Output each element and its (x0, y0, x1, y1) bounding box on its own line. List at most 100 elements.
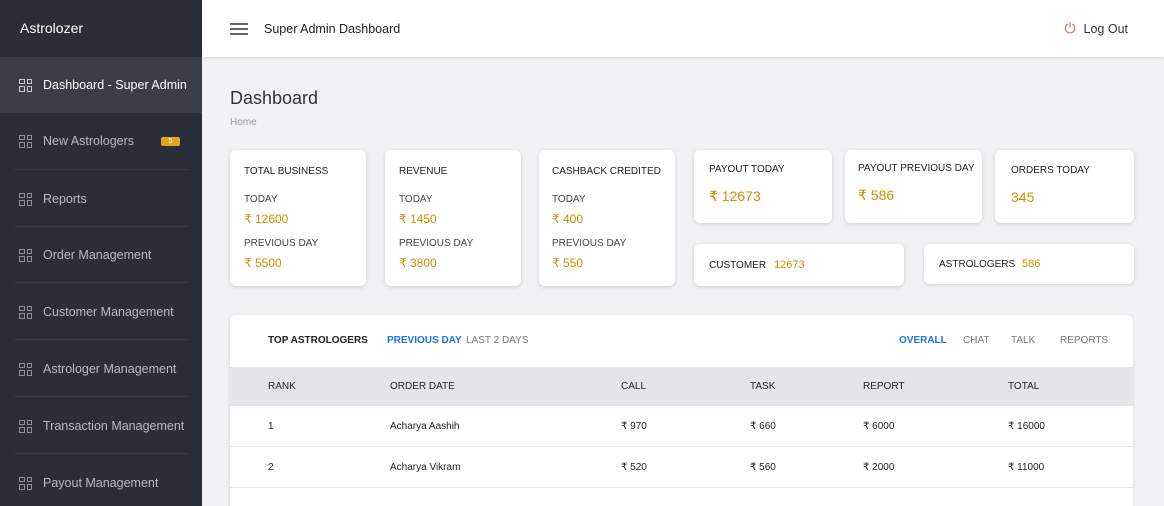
top-astrologers-panel: TOP ASTROLOGERS PREVIOUS DAY LAST 2 DAYS… (230, 315, 1133, 506)
astrologers-count: 586 (1022, 258, 1041, 270)
tab-talk[interactable]: TALK (1011, 335, 1035, 346)
reports-grid-icon (19, 192, 32, 206)
previous-day-value: ₹ 5500 (244, 256, 282, 270)
tab-last-2-days[interactable]: LAST 2 DAYS (466, 335, 528, 346)
dashboard-grid-icon (19, 78, 32, 92)
cashback-credited-card: CASHBACK CREDITED TODAY ₹ 400 PREVIOUS D… (539, 150, 675, 286)
sidebar-item-label: New Astrologers (43, 134, 135, 148)
top-header: Super Admin Dashboard ⏻ Log Out (202, 0, 1164, 57)
call-cell: ₹ 970 (621, 421, 647, 432)
card-title: PAYOUT PREVIOUS DAY (858, 163, 975, 174)
today-label: TODAY (552, 194, 586, 205)
card-title: PAYOUT TODAY (709, 164, 785, 175)
card-title: REVENUE (399, 166, 448, 177)
today-value: ₹ 1450 (399, 212, 437, 226)
sidebar-divider (14, 339, 188, 340)
column-header-order-date: ORDER DATE (390, 381, 455, 392)
today-value: ₹ 12600 (244, 212, 289, 226)
previous-day-label: PREVIOUS DAY (399, 238, 474, 249)
report-cell: ₹ 2000 (863, 462, 895, 473)
tab-overall[interactable]: OVERALL (899, 335, 947, 346)
card-title: CUSTOMER (709, 260, 767, 271)
sidebar-item-new-astrologers[interactable]: New Astrologers 5 (0, 113, 202, 169)
sidebar-item-customer-management[interactable]: Customer Management (0, 284, 202, 340)
payout-previous-day-card: PAYOUT PREVIOUS DAY ₹ 586 (845, 150, 982, 223)
menu-toggle-icon[interactable] (230, 22, 248, 35)
new-astrologers-grid-icon (19, 134, 32, 148)
sidebar-item-label: Order Management (43, 248, 152, 262)
sidebar-divider (14, 453, 188, 454)
task-cell: ₹ 660 (750, 421, 776, 432)
transaction-management-grid-icon (19, 419, 32, 433)
rank-cell: 2 (268, 462, 274, 473)
name-cell: Acharya Vikram (390, 462, 461, 473)
table-header: RANK ORDER DATE CALL TASK REPORT TOTAL (230, 367, 1133, 406)
sidebar-divider (14, 396, 188, 397)
sidebar-item-label: Transaction Management (43, 419, 185, 433)
table-row[interactable]: 1 Acharya Aashih ₹ 970 ₹ 660 ₹ 6000 ₹ 16… (230, 406, 1133, 447)
sidebar-item-label: Payout Management (43, 476, 159, 490)
payout-previous-day-value: ₹ 586 (858, 187, 895, 203)
sidebar-item-payout-management[interactable]: Payout Management (0, 455, 202, 506)
header-title: Super Admin Dashboard (264, 21, 401, 36)
previous-day-value: ₹ 3800 (399, 256, 437, 270)
sidebar-item-reports[interactable]: Reports (0, 171, 202, 227)
card-title: ASTROLOGERS (939, 259, 1016, 270)
sidebar-item-transaction-management[interactable]: Transaction Management (0, 398, 202, 454)
previous-day-value: ₹ 550 (552, 256, 583, 270)
previous-day-label: PREVIOUS DAY (552, 238, 627, 249)
column-header-report: REPORT (863, 381, 905, 392)
page-title: Dashboard (230, 88, 319, 108)
tab-chat[interactable]: CHAT (963, 335, 989, 346)
sidebar-item-dashboard[interactable]: Dashboard - Super Admin (0, 57, 202, 113)
sidebar-divider (14, 282, 188, 283)
logout-label: Log Out (1083, 21, 1128, 36)
astrologers-card: ASTROLOGERS 586 (924, 244, 1134, 284)
sidebar-item-label: Dashboard - Super Admin (43, 78, 187, 92)
column-header-task: TASK (750, 381, 776, 392)
card-title: CASHBACK CREDITED (552, 166, 661, 177)
breadcrumb[interactable]: Home (230, 117, 257, 128)
payout-today-value: ₹ 12673 (709, 188, 761, 204)
today-label: TODAY (399, 194, 433, 205)
payout-management-grid-icon (19, 476, 32, 490)
report-cell: ₹ 6000 (863, 421, 895, 432)
payout-today-card: PAYOUT TODAY ₹ 12673 (694, 150, 832, 223)
customer-management-grid-icon (19, 305, 32, 319)
brand-logo: Astrolozer (20, 20, 84, 36)
column-header-rank: RANK (268, 381, 296, 392)
sidebar-item-label: Customer Management (43, 305, 174, 319)
task-cell: ₹ 560 (750, 462, 776, 473)
previous-day-label: PREVIOUS DAY (244, 238, 319, 249)
sidebar-divider (14, 169, 188, 170)
customer-card: CUSTOMER 12673 (694, 244, 904, 286)
tab-previous-day[interactable]: PREVIOUS DAY (387, 335, 462, 346)
sidebar-item-label: Astrologer Management (43, 362, 177, 376)
card-title: ORDERS TODAY (1011, 165, 1090, 176)
column-header-total: TOTAL (1008, 381, 1040, 392)
orders-today-card: ORDERS TODAY 345 (995, 150, 1134, 223)
total-cell: ₹ 16000 (1008, 421, 1045, 432)
total-business-card: TOTAL BUSINESS TODAY ₹ 12600 PREVIOUS DA… (230, 150, 366, 286)
rank-cell: 1 (268, 421, 274, 432)
tab-reports[interactable]: REPORTS (1060, 335, 1108, 346)
name-cell: Acharya Aashih (390, 421, 460, 432)
table-title: TOP ASTROLOGERS (268, 335, 368, 346)
sidebar: Astrolozer Dashboard - Super Admin New A… (0, 0, 202, 506)
order-management-grid-icon (19, 248, 32, 262)
new-astrologers-count-badge: 5 (161, 136, 181, 146)
customer-count: 12673 (774, 259, 805, 271)
card-title: TOTAL BUSINESS (244, 166, 329, 177)
revenue-card: REVENUE TODAY ₹ 1450 PREVIOUS DAY ₹ 3800 (385, 150, 521, 286)
logout-button[interactable]: ⏻ Log Out (1064, 0, 1128, 57)
astrologer-management-grid-icon (19, 362, 32, 376)
total-cell: ₹ 11000 (1008, 462, 1045, 473)
orders-today-value: 345 (1011, 189, 1035, 205)
power-icon: ⏻ (1064, 20, 1076, 36)
column-header-call: CALL (621, 381, 647, 392)
call-cell: ₹ 520 (621, 462, 647, 473)
sidebar-item-order-management[interactable]: Order Management (0, 227, 202, 283)
sidebar-item-astrologer-management[interactable]: Astrologer Management (0, 341, 202, 397)
table-row[interactable]: 2 Acharya Vikram ₹ 520 ₹ 560 ₹ 2000 ₹ 11… (230, 447, 1133, 488)
today-label: TODAY (244, 194, 278, 205)
